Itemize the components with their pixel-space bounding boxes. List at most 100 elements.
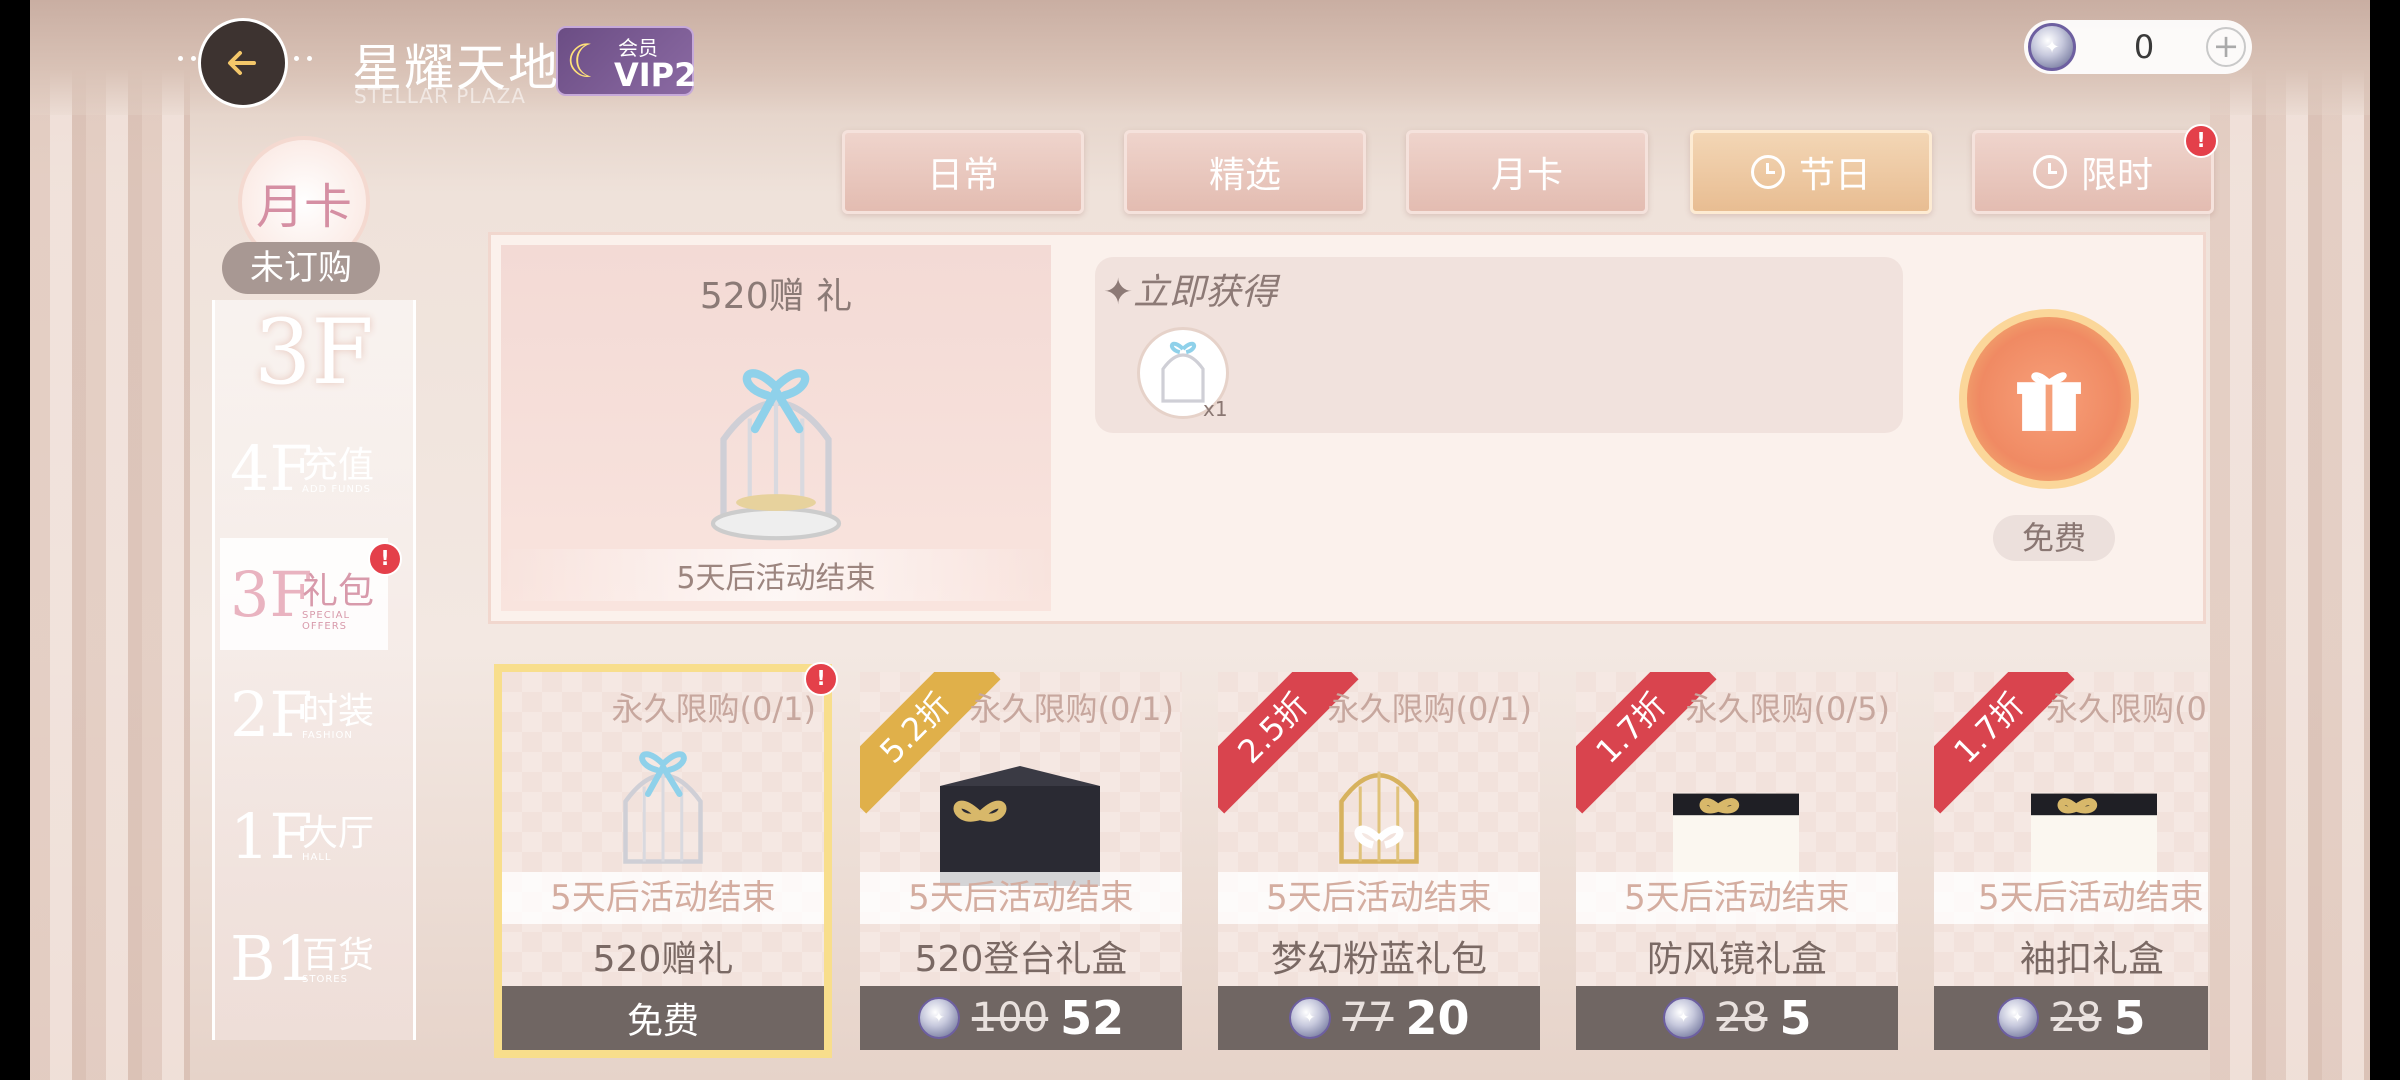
add-currency-button[interactable]: + [2206, 27, 2246, 67]
event-end-notice: 5天后活动结束 [1576, 872, 1898, 924]
featured-item-panel: 520赠 礼 5天后活动结束 [501, 245, 1051, 611]
floor-4f-recharge[interactable]: 4F 充值 ADD FUNDS [220, 412, 388, 524]
purchase-limit: 永久限购(0 [2046, 690, 2207, 728]
product-name: 梦幻粉蓝礼包 [1270, 939, 1487, 980]
diamond-coin-icon: ✦ [1288, 997, 1331, 1039]
price-bar: ✦ 77 20 [1218, 986, 1540, 1050]
product-card-cufflinks-box[interactable]: 1.7折 永久限购(0 5天后活动结束 袖扣礼盒 ✦ 28 5 [1934, 672, 2208, 1050]
page-subtitle: STELLAR PLAZA [354, 84, 526, 108]
tab-monthly-card[interactable]: 月卡 [1406, 130, 1648, 214]
instant-rewards-panel: ✦立即获得 x1 [1095, 257, 1903, 433]
moon-icon: ☾ [566, 34, 608, 88]
sale-price: 52 [1060, 991, 1125, 1045]
tab-festival[interactable]: 节日 [1690, 130, 1932, 214]
floor-label-en: HALL [302, 852, 332, 863]
price-bar: ✦ 100 52 [860, 986, 1182, 1050]
diamond-coin-icon: ✦ [1662, 997, 1705, 1039]
birdcage-icon [623, 751, 703, 864]
tab-daily[interactable]: 日常 [842, 130, 1084, 214]
left-curtain [30, 0, 190, 1080]
floor-3f-gift-packs[interactable]: 3F 礼包 SPECIAL OFFERS ! [220, 538, 402, 650]
original-price: 77 [1342, 995, 1394, 1041]
claim-gift-button[interactable] [1959, 309, 2139, 489]
tab-label: 精选 [1208, 155, 1281, 196]
instant-rewards-heading: ✦立即获得 [1103, 272, 1278, 313]
original-price: 100 [971, 995, 1049, 1041]
tab-featured[interactable]: 精选 [1124, 130, 1366, 214]
gift-box-icon [2017, 372, 2081, 431]
featured-banner: 520赠 礼 5天后活动结束 ✦立即获得 x1 免费 [488, 232, 2206, 624]
sale-price: 5 [2113, 991, 2146, 1045]
tab-limited[interactable]: 限时 [1972, 130, 2214, 214]
back-arrow-icon [228, 51, 256, 75]
floor-number: 4F [230, 432, 313, 505]
sale-price: 20 [1405, 991, 1470, 1045]
sale-price: 5 [1779, 991, 1812, 1045]
featured-item-title: 520赠 礼 [699, 276, 853, 317]
golden-birdcage-icon [1339, 771, 1419, 864]
product-name: 520登台礼盒 [914, 939, 1128, 980]
floor-label-en: STORES [302, 974, 348, 985]
floor-label-en: SPECIAL OFFERS [302, 610, 351, 632]
purchase-limit: 永久限购(0/5) [1685, 690, 1890, 728]
diamond-coin-icon: ✦ [917, 997, 960, 1039]
currency-display: ✦ 0 + [2024, 20, 2252, 74]
reward-quantity: x1 [1203, 397, 1228, 421]
card-alert-badge: ! [804, 662, 838, 696]
left-edge [0, 0, 30, 1080]
floor-number: 1F [230, 800, 313, 873]
diamond-coin-icon: ✦ [2028, 23, 2076, 71]
product-card-dream-pink-blue-pack[interactable]: 2.5折 永久限购(0/1) 5天后活动结束 梦幻粉蓝礼包 ✦ 77 20 [1218, 672, 1540, 1050]
price-free: 免费 [626, 1001, 699, 1042]
floor-label: 礼包 [302, 571, 375, 612]
decor-dots-right [294, 56, 334, 62]
original-price: 28 [1716, 995, 1768, 1041]
alert-badge: ! [368, 542, 402, 576]
floor-label: 充值 [302, 445, 375, 486]
floor-label: 大厅 [302, 813, 375, 854]
product-card-goggles-box[interactable]: 1.7折 永久限购(0/5) 5天后活动结束 防风镜礼盒 ✦ 28 5 [1576, 672, 1898, 1050]
vip-level: VIP2 [614, 56, 697, 94]
birdcage-icon [710, 369, 842, 541]
current-floor-label: 3F [254, 300, 374, 405]
tab-alert-badge: ! [2184, 124, 2218, 158]
price-bar: ✦ 28 5 [1934, 986, 2208, 1050]
tab-label: 限时 [2080, 155, 2153, 196]
floor-number: 3F [230, 558, 313, 631]
claim-free-label[interactable]: 免费 [1993, 515, 2115, 561]
event-end-notice: 5天后活动结束 [502, 872, 824, 924]
floor-label-en: FASHION [302, 730, 353, 741]
product-name: 防风镜礼盒 [1646, 939, 1827, 980]
diamond-coin-icon: ✦ [1996, 997, 2039, 1039]
featured-end-notice: 5天后活动结束 [501, 549, 1051, 601]
back-button[interactable] [198, 18, 288, 108]
event-end-notice: 5天后活动结束 [1934, 872, 2208, 924]
right-curtain [2210, 0, 2370, 1080]
floor-1f-hall[interactable]: 1F 大厅 HALL [220, 780, 388, 892]
floor-2f-fashion[interactable]: 2F 时装 FASHION [220, 658, 388, 770]
subscription-status: 未订购 [222, 242, 380, 294]
purchase-limit: 永久限购(0/1) [1327, 690, 1532, 728]
currency-value: 0 [2133, 28, 2155, 66]
price-bar: ✦ 28 5 [1576, 986, 1898, 1050]
right-edge [2370, 0, 2400, 1080]
event-end-notice: 5天后活动结束 [1218, 872, 1540, 924]
clock-icon [2032, 155, 2067, 189]
clock-icon [1750, 155, 1785, 189]
price-bar: 免费 [502, 986, 824, 1050]
tab-label: 节日 [1798, 155, 1871, 196]
event-end-notice: 5天后活动结束 [860, 872, 1182, 924]
product-card-520-stage-box[interactable]: 5.2折 永久限购(0/1) 5天后活动结束 520登台礼盒 ✦ 100 52 [860, 672, 1182, 1050]
vip-badge[interactable]: ☾ 会员 VIP2 [556, 26, 697, 96]
floor-b1-stores[interactable]: B1 百货 STORES [220, 902, 388, 1014]
original-price: 28 [2050, 995, 2102, 1041]
floor-label: 百货 [302, 935, 375, 976]
product-name: 袖扣礼盒 [2020, 939, 2165, 980]
purchase-limit: 永久限购(0/1) [611, 690, 816, 728]
product-card-520-gift[interactable]: 永久限购(0/1) 5天后活动结束 520赠礼 免费 [494, 664, 832, 1058]
floor-number: 2F [230, 678, 313, 751]
tab-label: 月卡 [1490, 155, 1563, 196]
tab-label: 日常 [926, 155, 999, 196]
product-name: 520赠礼 [592, 939, 734, 980]
floor-label: 时装 [302, 691, 375, 732]
